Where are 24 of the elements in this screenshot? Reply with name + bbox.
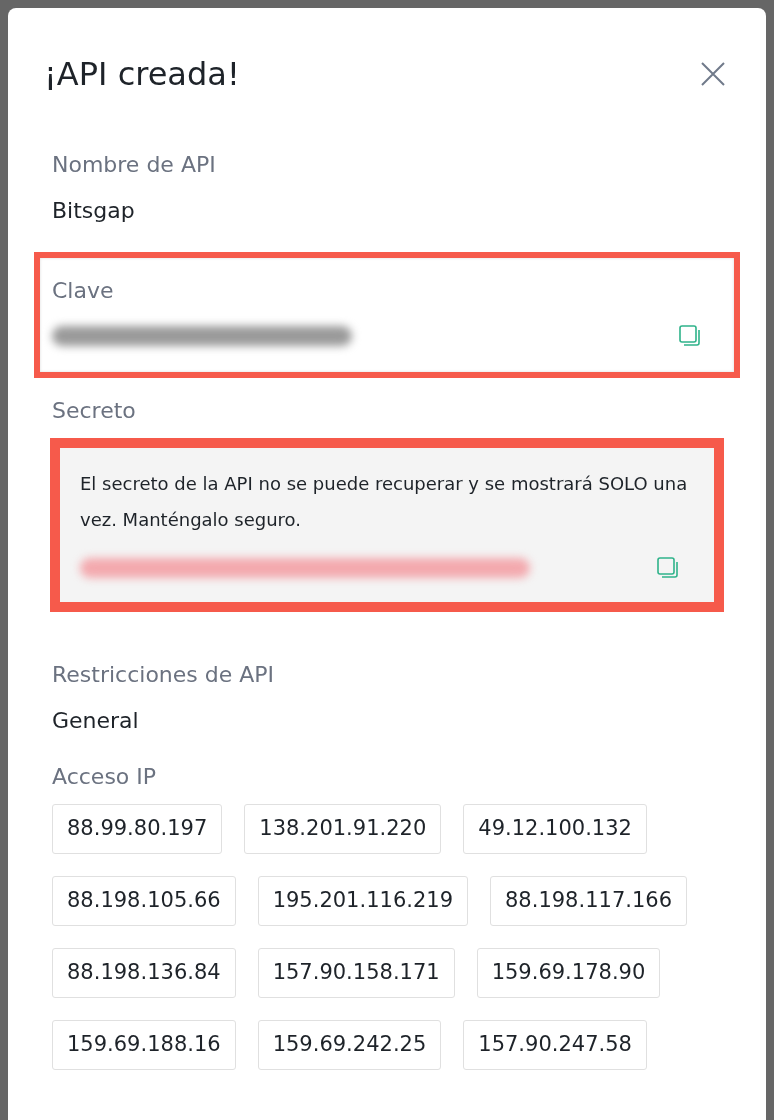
field-label: Clave [52, 277, 115, 305]
field-label: Nombre de API [52, 151, 217, 179]
field-value: Bitsgap [52, 197, 136, 225]
ip-chip: 159.69.188.16 [52, 1020, 236, 1070]
ip-chip: 195.201.116.219 [257, 876, 468, 926]
ip-chip: 88.99.80.197 [52, 804, 223, 854]
copy-icon[interactable] [656, 556, 680, 580]
field-value: General [52, 707, 140, 735]
field-label: Restricciones de API [52, 661, 276, 689]
ip-chip: 159.69.242.25 [257, 1020, 442, 1070]
ip-chip: 88.198.105.66 [52, 876, 236, 926]
ip-chip: 159.69.178.90 [476, 948, 661, 998]
close-icon[interactable] [700, 61, 726, 87]
ip-chip: 88.198.136.84 [52, 948, 236, 998]
dialog-title: ¡API creada! [44, 54, 240, 95]
copy-icon[interactable] [678, 324, 702, 348]
ip-chip: 88.198.117.166 [490, 876, 687, 926]
field-label: Acceso IP [52, 763, 158, 791]
secret-notice: El secreto de la API no se puede recuperar y se mostrará SOLO una vez. Manténgalo seguro. [80, 472, 689, 532]
ip-chip: 157.90.247.58 [463, 1020, 647, 1070]
ip-chip: 138.201.91.220 [244, 804, 442, 854]
ip-chip: 157.90.158.171 [257, 948, 455, 998]
ip-chip: 49.12.100.132 [463, 804, 647, 854]
field-label: Secreto [52, 397, 137, 425]
